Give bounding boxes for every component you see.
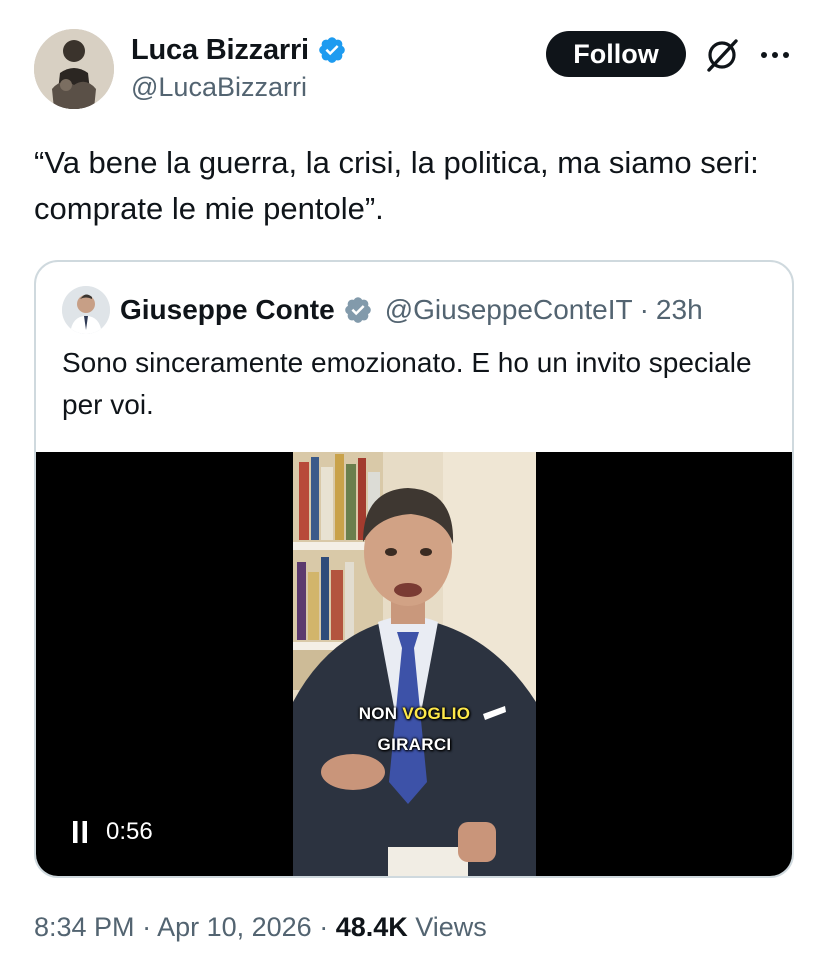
- quote-author-avatar[interactable]: [62, 286, 110, 334]
- follow-button[interactable]: Follow: [546, 31, 686, 77]
- author-name[interactable]: Luca Bizzarri: [131, 34, 309, 67]
- tweet-text: “Va bene la guerra, la crisi, la politic…: [34, 145, 759, 226]
- tweet-page: Luca Bizzarri @LucaBizzarri Follow “Va b…: [0, 0, 827, 965]
- author-info: Luca Bizzarri @LucaBizzarri: [131, 30, 347, 103]
- quote-author-name[interactable]: Giuseppe Conte: [120, 294, 335, 326]
- video-frame: NON VOGLIO GIRARCI: [293, 452, 536, 876]
- quote-author-handle[interactable]: @GiuseppeConteIT: [385, 294, 633, 326]
- footer-separator: ·: [311, 912, 336, 942]
- views-count: 48.4K: [335, 912, 408, 942]
- quote-tweet-card[interactable]: Giuseppe Conte @GiuseppeConteIT · 23h So…: [34, 260, 794, 878]
- more-icon[interactable]: [758, 40, 792, 70]
- grok-icon[interactable]: [703, 36, 741, 74]
- author-avatar[interactable]: [34, 29, 114, 109]
- quote-timestamp[interactable]: 23h: [656, 294, 703, 326]
- video-player[interactable]: NON VOGLIO GIRARCI 0:56: [36, 452, 792, 876]
- video-playback-control[interactable]: 0:56: [72, 818, 153, 846]
- author-handle[interactable]: @LucaBizzarri: [131, 72, 347, 103]
- quote-header: Giuseppe Conte @GiuseppeConteIT · 23h: [120, 288, 703, 332]
- video-duration: 0:56: [106, 818, 153, 845]
- footer-separator: ·: [134, 912, 158, 942]
- post-date[interactable]: Apr 10, 2026: [157, 912, 312, 942]
- verified-badge-icon: [319, 37, 345, 63]
- quote-text: Sono sinceramente emozionato. E ho un in…: [62, 347, 752, 420]
- tweet-footer: 8:34 PM · Apr 10, 2026 · 48.4K Views: [34, 912, 487, 943]
- quote-meta-separator: ·: [639, 294, 649, 325]
- video-caption-line2: GIRARCI: [377, 735, 452, 754]
- video-caption-line1: NON VOGLIO: [358, 704, 471, 723]
- post-time[interactable]: 8:34 PM: [34, 912, 135, 942]
- verified-government-badge-icon: [344, 297, 371, 323]
- views-label: Views: [407, 912, 487, 942]
- pause-icon[interactable]: [72, 821, 88, 843]
